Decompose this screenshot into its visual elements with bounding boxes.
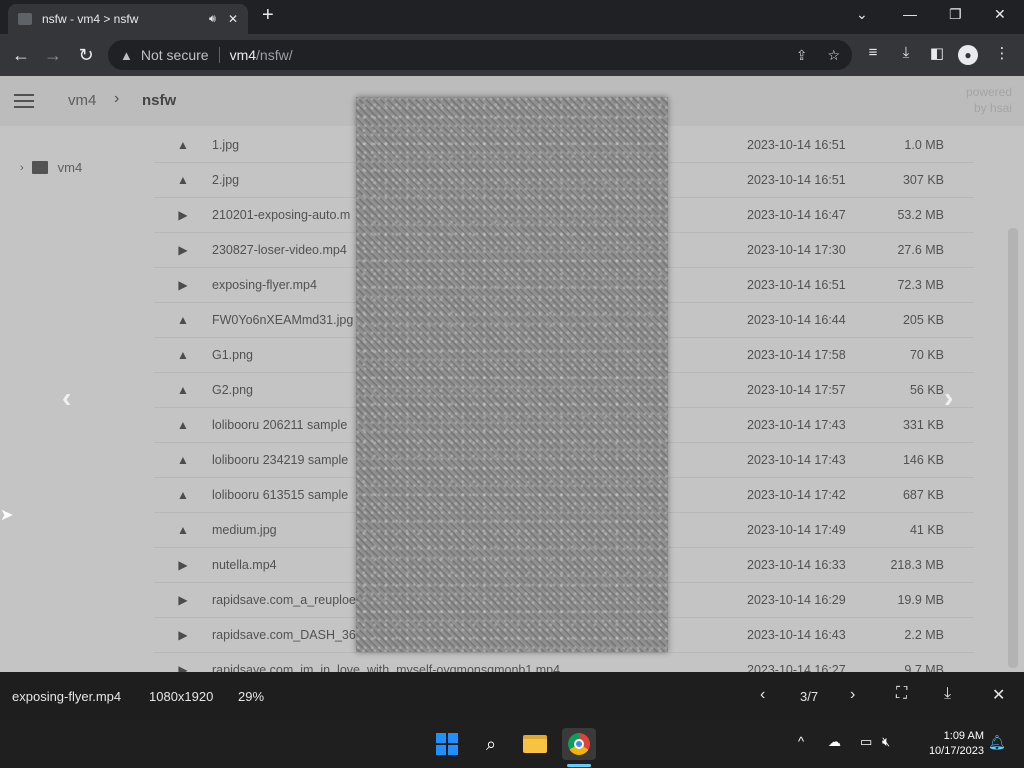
bookmark-star-icon[interactable]: ☆ bbox=[827, 47, 840, 64]
forward-button[interactable]: → bbox=[40, 42, 66, 68]
tab-search-chevron-icon[interactable]: ⌄ bbox=[856, 6, 868, 23]
close-window-button[interactable]: ✕ bbox=[994, 6, 1006, 23]
next-arrow-icon[interactable]: › bbox=[944, 382, 953, 414]
close-tab-icon[interactable]: ✕ bbox=[228, 12, 238, 26]
title-bar: nsfw - vm4 > nsfw 🔊︎ ✕ + ⌄ — ❐ ✕ bbox=[0, 0, 1024, 34]
download-icon[interactable]: ⤓ bbox=[944, 685, 951, 703]
volume-muted-icon[interactable]: 🔇︎ bbox=[882, 734, 890, 750]
url-host: vm4 bbox=[229, 47, 257, 63]
chevron-right-icon[interactable]: › bbox=[850, 686, 855, 704]
tab-title: nsfw - vm4 > nsfw bbox=[42, 12, 139, 26]
restore-button[interactable]: ❐ bbox=[949, 6, 962, 23]
file-explorer-icon[interactable] bbox=[518, 728, 552, 760]
viewer-bar: exposing-flyer.mp4 1080x1920 29% ‹ 3/7 ›… bbox=[0, 672, 1024, 720]
address-bar[interactable]: ▲ Not secure vm4/nsfw/ ⇪ ☆ bbox=[108, 40, 852, 70]
previous-arrow-icon[interactable]: ‹ bbox=[62, 382, 71, 414]
side-panel-icon[interactable]: ◧ bbox=[926, 44, 948, 62]
url-path: /nsfw/ bbox=[256, 47, 293, 63]
preview-image bbox=[356, 97, 668, 652]
clock-date: 10/17/2023 bbox=[928, 745, 984, 757]
show-hidden-icons-icon[interactable]: ^ bbox=[798, 734, 804, 749]
share-icon[interactable]: ⇪ bbox=[796, 47, 808, 64]
back-button[interactable]: ← bbox=[8, 42, 34, 68]
download-icon[interactable]: ⤓ bbox=[895, 44, 917, 61]
network-icon[interactable]: ▭ bbox=[860, 734, 872, 750]
divider bbox=[218, 47, 220, 63]
taskbar: ⌕ ^ ☁ ▭ 🔇︎ 1:09 AM 10/17/2023 🔔︎ bbox=[0, 720, 1024, 768]
onedrive-icon[interactable]: ☁ bbox=[828, 734, 841, 750]
mouse-cursor-icon: ➤ bbox=[0, 507, 14, 524]
search-icon[interactable]: ⌕ bbox=[474, 728, 508, 760]
chrome-icon[interactable] bbox=[562, 728, 596, 760]
system-clock[interactable]: 1:09 AM 10/17/2023 bbox=[929, 729, 984, 759]
fullscreen-icon[interactable]: ⛶ bbox=[896, 685, 907, 703]
speaker-icon[interactable]: 🔊︎ bbox=[209, 13, 216, 26]
clock-time: 1:09 AM bbox=[943, 730, 984, 742]
chevron-left-icon[interactable]: ‹ bbox=[760, 686, 765, 704]
viewer-dimensions: 1080x1920 bbox=[149, 689, 214, 704]
new-tab-button[interactable]: + bbox=[262, 4, 274, 27]
reload-button[interactable]: ↻ bbox=[73, 42, 99, 68]
security-label[interactable]: Not secure bbox=[141, 47, 209, 63]
notification-bell-icon[interactable]: 🔔︎ bbox=[988, 734, 1006, 751]
browser-toolbar: ← → ↻ ▲ Not secure vm4/nsfw/ ⇪ ☆ ≡ ⤓ ◧ ●… bbox=[0, 34, 1024, 76]
profile-icon[interactable]: ● bbox=[958, 45, 978, 65]
close-viewer-icon[interactable]: ✕ bbox=[992, 685, 1005, 705]
viewer-counter: 3/7 bbox=[800, 689, 819, 704]
windows-start-icon[interactable] bbox=[430, 728, 464, 760]
browser-tab[interactable]: nsfw - vm4 > nsfw 🔊︎ ✕ bbox=[8, 4, 248, 34]
viewer-filename: exposing-flyer.mp4 bbox=[12, 689, 122, 704]
minimize-button[interactable]: — bbox=[903, 6, 917, 22]
active-app-indicator bbox=[567, 764, 591, 767]
warning-icon[interactable]: ▲ bbox=[120, 48, 133, 63]
viewer-zoom: 29% bbox=[238, 689, 265, 704]
media-queue-icon[interactable]: ≡ bbox=[862, 44, 884, 61]
menu-kebab-icon[interactable]: ⋮ bbox=[991, 44, 1013, 62]
folder-icon bbox=[18, 13, 32, 25]
